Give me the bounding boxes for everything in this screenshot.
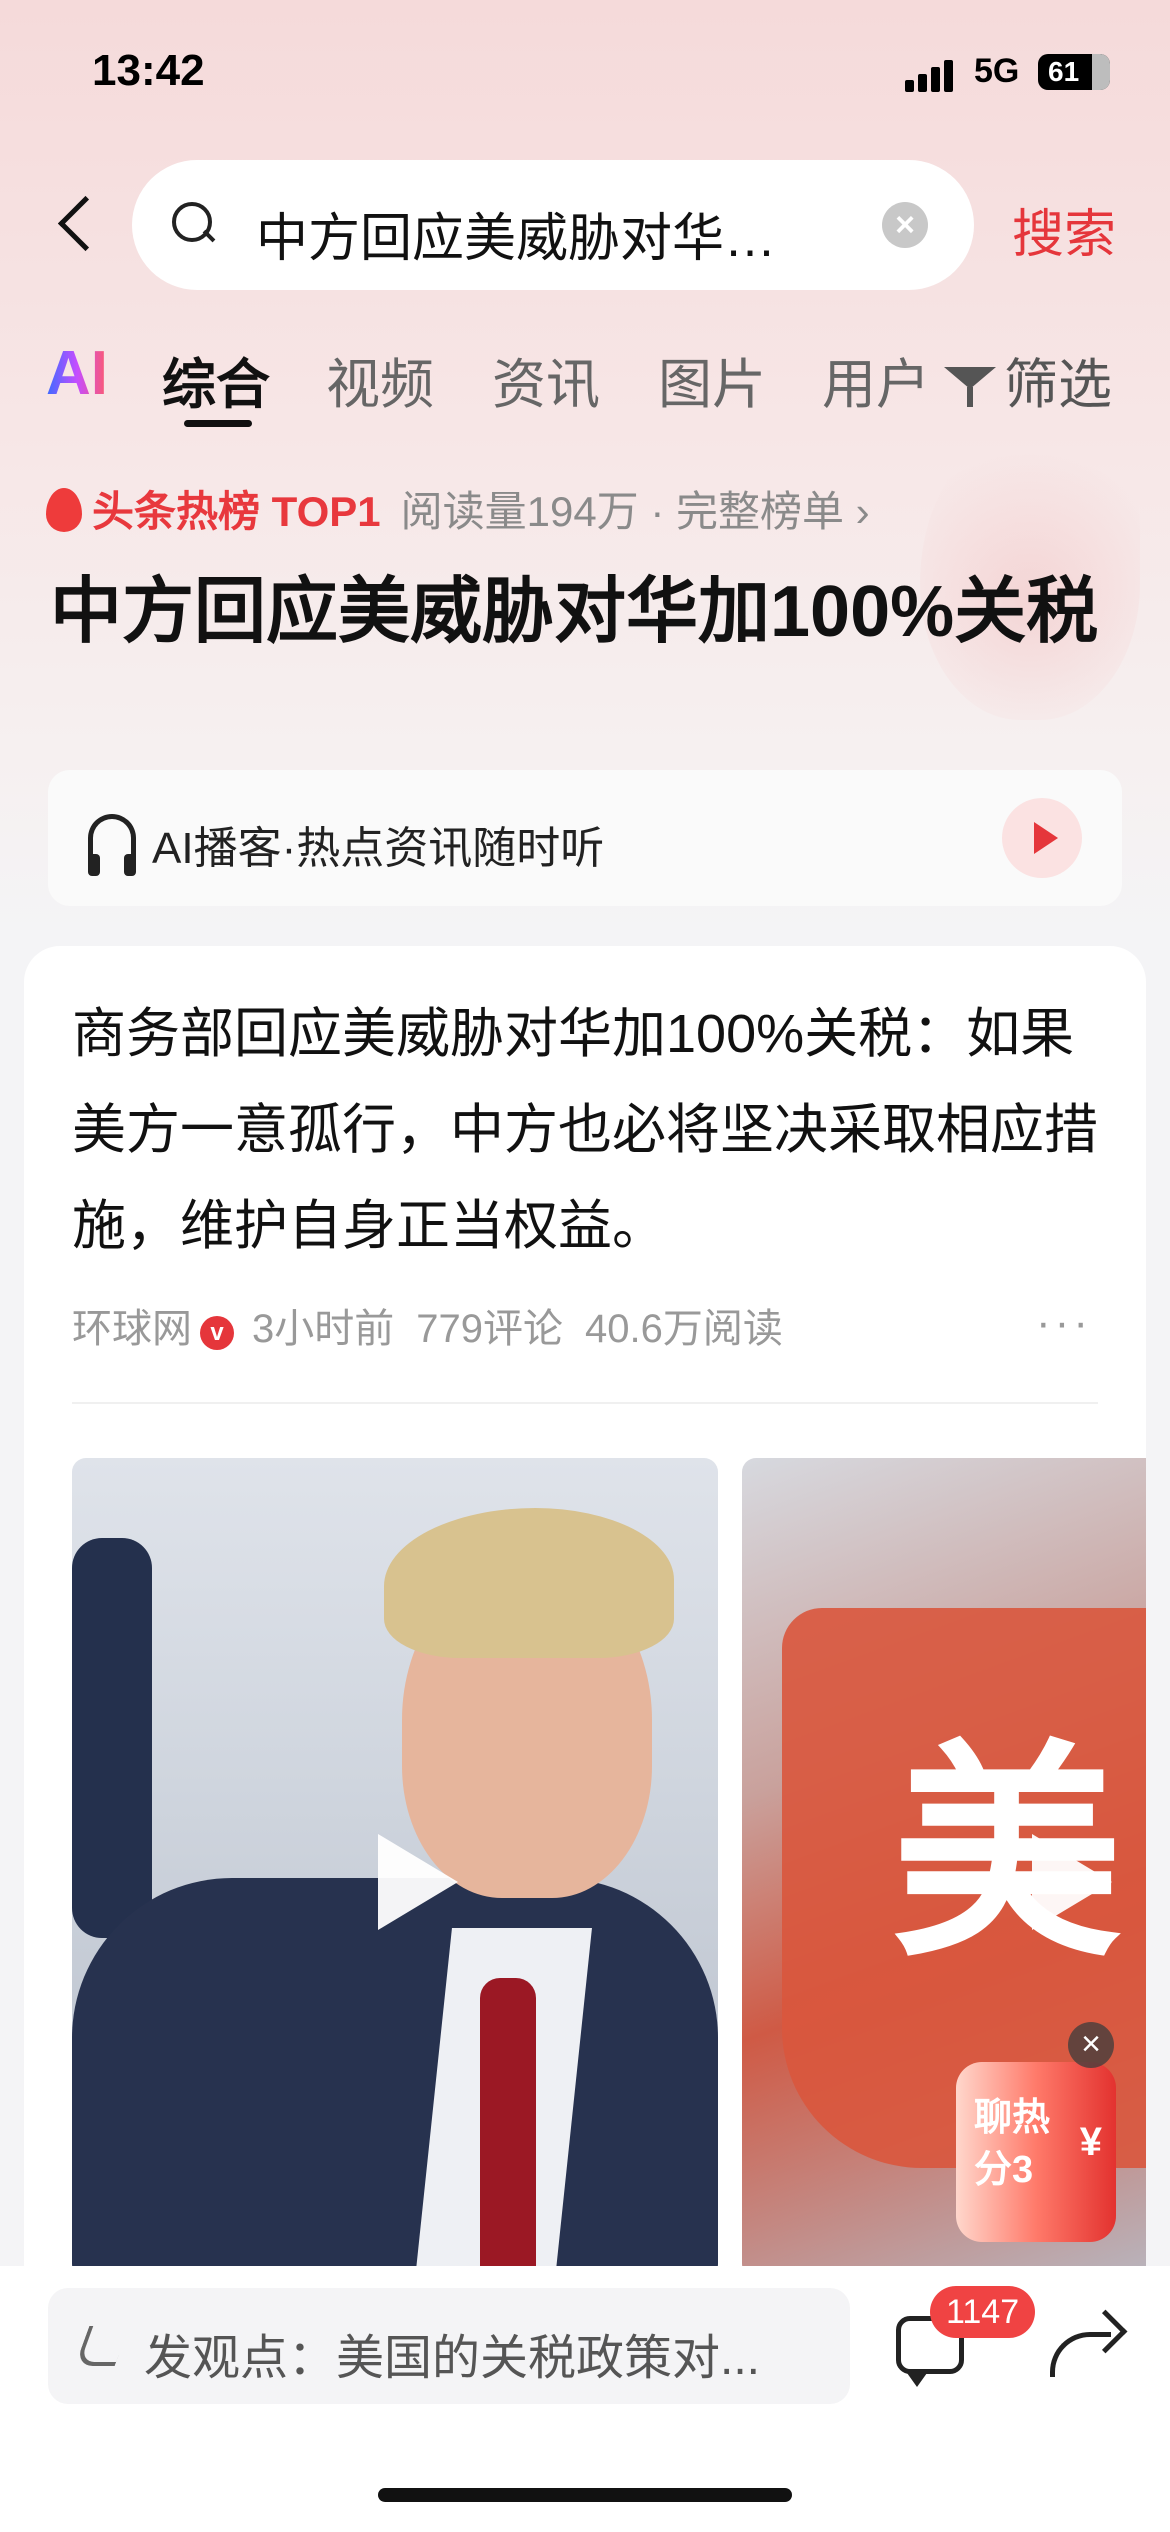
status-time: 13:42 <box>92 46 205 95</box>
podcast-play-button[interactable] <box>1002 798 1082 878</box>
page-title: 中方回应美威胁对华加100%关税 <box>50 572 1099 652</box>
comment-count-badge: 1147 <box>930 2286 1036 2338</box>
tab-bar: AI 综合 视频 资讯 图片 用户 筛选 <box>0 330 1170 440</box>
article-time: 3小时前 <box>252 1307 395 1351</box>
article-reads: 40.6万阅读 <box>585 1307 783 1351</box>
flame-icon <box>46 488 82 532</box>
search-icon <box>172 202 216 246</box>
comment-input[interactable]: 发观点：美国的关税政策对... <box>48 2288 850 2404</box>
tab-images[interactable]: 图片 <box>658 340 766 419</box>
promo-close-icon[interactable]: × <box>1068 2022 1114 2068</box>
more-icon[interactable]: ··· <box>1036 1298 1092 1348</box>
divider <box>72 1402 1098 1404</box>
tab-news[interactable]: 资讯 <box>492 340 600 419</box>
home-indicator <box>378 2488 792 2502</box>
video-thumbnail-1[interactable] <box>72 1458 718 2278</box>
status-bar: 13:42 5G 61 <box>0 0 1170 150</box>
promo-text: 聊热分3 <box>974 2097 1051 2191</box>
pen-icon <box>74 2326 130 2366</box>
thumbnail-figure-hand <box>72 1538 152 1938</box>
search-query[interactable]: 中方回应美威胁对华… <box>256 196 816 271</box>
verified-icon: v <box>200 1316 234 1350</box>
comment-placeholder: 发观点：美国的关税政策对... <box>144 2332 761 2385</box>
thumbnail-figure-tie <box>480 1978 536 2278</box>
share-icon[interactable] <box>1050 2312 1122 2380</box>
play-icon <box>1032 1834 1112 1930</box>
article-title[interactable]: 商务部回应美威胁对华加100%关税：如果美方一意孤行，中方也必将坚决采取相应措施… <box>72 986 1112 1274</box>
hot-label: 头条热榜 TOP1 <box>92 488 381 535</box>
signal-icon <box>905 58 957 92</box>
search-input[interactable]: 中方回应美威胁对华… × <box>132 160 974 290</box>
tab-users[interactable]: 用户 <box>822 340 930 419</box>
hot-list-row[interactable]: 头条热榜 TOP1 阅读量194万 · 完整榜单 › <box>46 478 870 538</box>
filter-icon <box>944 361 1000 411</box>
article-comments: 779评论 <box>416 1307 563 1351</box>
hot-meta[interactable]: 阅读量194万 · 完整榜单 › <box>401 488 870 535</box>
back-button[interactable] <box>48 186 108 258</box>
tab-video[interactable]: 视频 <box>326 340 434 419</box>
filter-button[interactable]: 筛选 <box>944 340 1112 419</box>
clear-icon[interactable]: × <box>882 202 928 248</box>
battery-icon: 61 <box>1038 54 1110 90</box>
network-label: 5G <box>974 52 1020 90</box>
filter-label: 筛选 <box>1004 355 1112 415</box>
search-button[interactable]: 搜索 <box>1012 192 1116 267</box>
play-icon <box>378 1834 458 1930</box>
article-source[interactable]: 环球网 <box>72 1307 192 1351</box>
promo-widget[interactable]: 聊热分3 ¥ <box>956 2062 1116 2242</box>
active-tab-indicator <box>184 420 252 427</box>
thumbnail-figure-suit <box>72 1878 718 2278</box>
tab-ai[interactable]: AI <box>46 338 108 409</box>
article-meta: 环球网 v 3小时前 779评论 40.6万阅读 <box>72 1296 783 1354</box>
ai-podcast-bar[interactable]: AI播客·热点资讯随时听 <box>48 770 1122 906</box>
headphone-icon <box>88 814 136 876</box>
podcast-label: AI播客·热点资讯随时听 <box>152 824 605 873</box>
tab-comprehensive[interactable]: 综合 <box>162 340 270 419</box>
thumbnail-figure-hair <box>384 1508 674 1658</box>
yen-icon: ¥ <box>1079 2120 1102 2164</box>
